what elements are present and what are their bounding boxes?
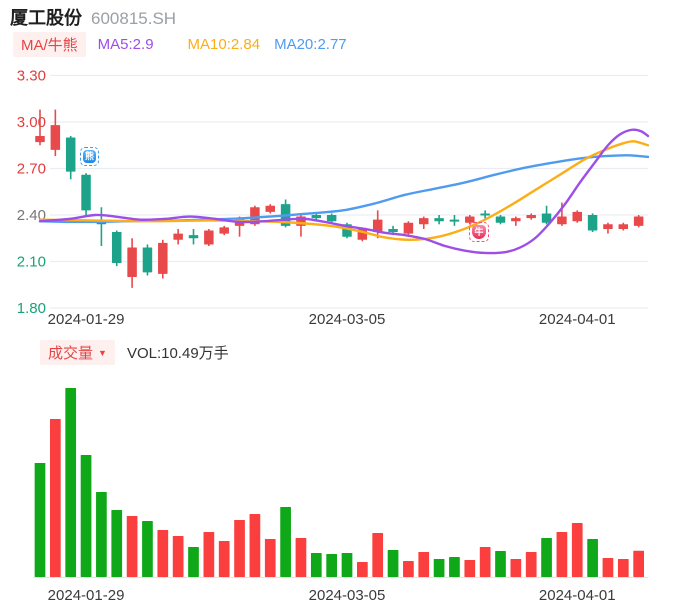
candle-body: [204, 230, 214, 245]
volume-bar: [234, 520, 245, 577]
bull-marker-icon[interactable]: 牛: [469, 222, 489, 242]
volume-bar: [403, 561, 414, 577]
candle-body: [495, 216, 506, 223]
volume-bar: [510, 559, 522, 577]
volume-bar: [617, 559, 629, 577]
candle-body: [587, 215, 598, 231]
y-axis-price-label: 3.30: [17, 68, 46, 85]
volume-bar: [203, 532, 215, 577]
volume-bar: [556, 532, 568, 577]
volume-bar: [387, 550, 399, 577]
y-axis-price-label: 2.10: [17, 254, 46, 271]
volume-bar: [602, 558, 614, 577]
volume-bar: [80, 455, 92, 577]
x-axis-date-label: 2024-03-05: [308, 587, 386, 604]
volume-bar: [65, 388, 77, 577]
x-axis-date-label: 2024-01-29: [47, 587, 125, 604]
candle-body: [572, 211, 582, 222]
candle-body: [188, 235, 199, 239]
candle-body: [419, 218, 429, 225]
y-axis-price-label: 2.70: [17, 161, 46, 178]
volume-bar: [218, 541, 230, 577]
candle-body: [511, 218, 521, 222]
volume-bar: [372, 533, 384, 577]
volume-bar: [464, 560, 476, 577]
bear-marker-icon[interactable]: 熊: [80, 147, 99, 166]
x-axis-date-label: 2024-04-01: [538, 311, 616, 328]
volume-bar: [525, 552, 537, 577]
candle-body: [449, 219, 460, 222]
volume-bar: [34, 463, 46, 577]
candle-body: [480, 213, 490, 216]
candle-body: [557, 216, 567, 225]
volume-bar: [264, 539, 276, 577]
candle-body: [112, 232, 122, 264]
volume-bar: [587, 539, 598, 577]
volume-bar: [479, 547, 491, 577]
x-axis-date-label: 2024-03-05: [308, 311, 386, 328]
candle-body: [403, 222, 414, 234]
ma-line-ma20: [38, 154, 650, 224]
volume-bar: [418, 552, 430, 577]
volume-bar: [172, 536, 184, 577]
candle-body: [142, 247, 153, 273]
candle-body: [65, 137, 76, 172]
candle-body: [35, 135, 45, 143]
volume-bar: [157, 530, 169, 577]
bull-marker-glyph: 牛: [472, 225, 486, 239]
stock-chart-app: 厦工股份 600815.SH MA/牛熊 MA5:2.9 MA10:2.84 M…: [0, 0, 686, 606]
candlestick-and-volume-chart: 3.303.002.702.402.101.80: [17, 68, 650, 578]
volume-bar: [341, 553, 353, 577]
candle-body: [434, 218, 444, 222]
candle-body: [219, 227, 229, 234]
y-axis-price-label: 1.80: [17, 300, 46, 317]
volume-header: 成交量 ▼ VOL:10.49万手: [40, 340, 229, 365]
x-axis-date-label: 2024-04-01: [538, 587, 616, 604]
volume-value: VOL:10.49万手: [126, 345, 229, 362]
candle-body: [173, 233, 183, 240]
candle-body: [265, 205, 275, 212]
volume-bar: [142, 521, 153, 577]
volume-bar: [571, 523, 583, 577]
volume-bar: [50, 419, 61, 577]
volume-bar: [495, 551, 506, 577]
candle-body: [603, 224, 613, 229]
volume-bar: [326, 554, 337, 577]
volume-bar: [295, 538, 307, 577]
volume-bar: [633, 550, 644, 577]
volume-bar: [357, 562, 368, 577]
x-axis-date-label: 2024-01-29: [47, 311, 125, 328]
volume-bar: [433, 559, 445, 577]
volume-bar: [541, 538, 552, 577]
volume-bar: [96, 492, 107, 577]
candle-body: [50, 125, 61, 150]
candle-body: [633, 216, 644, 226]
volume-bar: [249, 514, 261, 577]
candle-body: [526, 215, 536, 219]
volume-bar: [280, 507, 291, 577]
volume-bar: [310, 553, 322, 577]
volume-type-label: 成交量: [48, 345, 94, 362]
candle-body: [326, 215, 337, 222]
volume-type-dropdown[interactable]: 成交量 ▼: [40, 340, 115, 365]
candle-body: [127, 247, 137, 277]
volume-bar: [126, 516, 138, 577]
candle-body: [388, 228, 398, 233]
candle-body: [158, 242, 168, 274]
y-axis-price-label: 3.00: [17, 114, 46, 131]
bear-marker-glyph: 熊: [83, 150, 96, 163]
candle-body: [311, 215, 322, 219]
candle-body: [81, 174, 91, 211]
volume-bar: [449, 557, 460, 577]
volume-bar: [111, 510, 123, 577]
candle-body: [618, 224, 629, 229]
chevron-down-icon: ▼: [98, 347, 107, 358]
volume-bar: [188, 547, 199, 577]
